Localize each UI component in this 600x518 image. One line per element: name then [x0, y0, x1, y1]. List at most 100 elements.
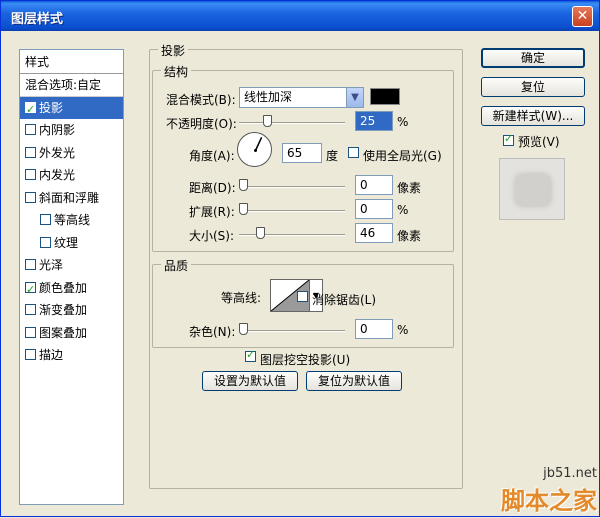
style-item-checkbox[interactable] [25, 304, 36, 315]
reset-button[interactable]: 复位 [481, 77, 585, 97]
distance-unit: 像素 [397, 181, 422, 195]
quality-title: 品质 [161, 257, 192, 274]
blend-mode-label: 混合模式(B): [166, 93, 236, 107]
style-list-item[interactable]: 外发光 [20, 142, 123, 165]
blend-color-swatch[interactable] [370, 88, 400, 105]
opacity-slider-track[interactable] [239, 122, 345, 124]
style-item-checkbox[interactable] [25, 259, 36, 270]
noise-input[interactable]: 0 [355, 319, 393, 339]
layer-style-dialog: 图层样式 ✕ 样式 混合选项:自定投影内阴影外发光内发光斜面和浮雕等高线纹理光泽… [0, 0, 600, 517]
spread-unit: % [397, 203, 409, 217]
size-input[interactable]: 46 [355, 223, 393, 243]
opacity-input[interactable]: 25 [355, 111, 393, 131]
distance-slider-thumb[interactable] [239, 179, 248, 191]
noise-label: 杂色(N): [189, 325, 236, 339]
drop-shadow-title: 投影 [158, 42, 189, 59]
contour-label: 等高线: [221, 291, 262, 305]
style-preview [499, 158, 565, 220]
new-style-button[interactable]: 新建样式(W)... [481, 106, 585, 126]
style-list-item[interactable]: 纹理 [20, 232, 123, 255]
angle-input[interactable]: 65 [282, 143, 322, 163]
style-item-checkbox[interactable] [25, 124, 36, 135]
make-default-button[interactable]: 设置为默认值 [202, 371, 298, 391]
anti-alias-checkbox[interactable] [297, 291, 308, 302]
opacity-slider-thumb[interactable] [263, 115, 273, 127]
title-bar[interactable]: 图层样式 ✕ [1, 1, 599, 31]
style-item-label: 颜色叠加 [39, 280, 88, 295]
dialog-body: 样式 混合选项:自定投影内阴影外发光内发光斜面和浮雕等高线纹理光泽颜色叠加渐变叠… [1, 31, 599, 518]
noise-unit: % [397, 323, 409, 337]
style-item-checkbox[interactable] [25, 191, 36, 203]
style-list-item[interactable]: 斜面和浮雕 [20, 187, 123, 210]
spread-label: 扩展(R): [189, 205, 235, 219]
angle-dial[interactable] [237, 132, 272, 167]
watermark-brand: 脚本之家 [501, 487, 597, 515]
size-unit: 像素 [397, 229, 422, 243]
style-item-label: 等高线 [54, 213, 91, 227]
spread-slider-thumb[interactable] [239, 203, 248, 215]
watermark: jb51.net 脚本之家 [501, 466, 597, 516]
style-list-item[interactable]: 等高线 [20, 209, 123, 232]
size-slider-track[interactable] [239, 234, 345, 236]
style-item-checkbox[interactable] [25, 279, 36, 301]
style-list-item[interactable]: 颜色叠加 [20, 277, 123, 301]
style-item-checkbox[interactable] [25, 99, 36, 121]
style-list-item[interactable]: 内发光 [20, 164, 123, 187]
style-item-label: 混合选项:自定 [25, 78, 102, 92]
style-item-checkbox[interactable] [40, 214, 51, 225]
distance-slider-track[interactable] [239, 186, 345, 188]
style-item-label: 描边 [39, 348, 64, 362]
style-item-label: 内阴影 [39, 123, 76, 137]
close-icon: ✕ [576, 8, 589, 24]
global-light-checkbox[interactable] [348, 147, 359, 158]
style-list-item[interactable]: 图案叠加 [20, 322, 123, 345]
chevron-down-icon[interactable]: ▼ [346, 88, 363, 107]
size-label: 大小(S): [189, 229, 235, 243]
style-item-checkbox[interactable] [25, 326, 36, 338]
blend-mode-value: 线性加深 [244, 90, 293, 104]
style-list: 样式 混合选项:自定投影内阴影外发光内发光斜面和浮雕等高线纹理光泽颜色叠加渐变叠… [19, 49, 124, 505]
style-preview-swatch [515, 174, 551, 206]
close-button[interactable]: ✕ [572, 6, 593, 27]
style-item-checkbox[interactable] [25, 169, 36, 180]
noise-slider-track[interactable] [239, 330, 345, 332]
size-slider-thumb[interactable] [256, 227, 266, 239]
style-list-header[interactable]: 样式 [20, 50, 123, 74]
style-item-label: 纹理 [54, 235, 79, 250]
distance-input[interactable]: 0 [355, 175, 393, 195]
noise-slider-thumb[interactable] [239, 323, 248, 335]
style-list-item[interactable]: 混合选项:自定 [20, 74, 123, 97]
style-item-label: 渐变叠加 [39, 303, 88, 317]
opacity-label: 不透明度(O): [166, 117, 237, 131]
style-list-item[interactable]: 渐变叠加 [20, 299, 123, 322]
reset-default-button[interactable]: 复位为默认值 [306, 371, 402, 391]
spread-slider-track[interactable] [239, 210, 345, 212]
preview-label[interactable]: 预览(V) [518, 133, 560, 150]
style-item-checkbox[interactable] [25, 349, 36, 360]
style-item-checkbox[interactable] [40, 236, 51, 248]
style-item-checkbox[interactable] [25, 146, 36, 158]
blend-mode-select[interactable]: 线性加深 ▼ [239, 87, 364, 108]
style-list-item[interactable]: 光泽 [20, 254, 123, 277]
style-item-label: 斜面和浮雕 [39, 190, 100, 205]
style-list-item[interactable]: 投影 [20, 96, 123, 121]
anti-alias-label[interactable]: 消除锯齿(L) [312, 291, 376, 308]
style-list-item[interactable]: 内阴影 [20, 119, 123, 142]
style-item-label: 光泽 [39, 258, 64, 272]
style-item-label: 投影 [39, 100, 64, 115]
style-item-label: 外发光 [39, 145, 76, 160]
style-item-label: 图案叠加 [39, 325, 88, 340]
distance-label: 距离(D): [189, 181, 236, 195]
angle-dial-needle [254, 137, 263, 152]
spread-input[interactable]: 0 [355, 199, 393, 219]
preview-checkbox[interactable] [503, 132, 514, 146]
opacity-unit: % [397, 115, 409, 129]
ok-button[interactable]: 确定 [481, 48, 585, 68]
watermark-site: jb51.net [543, 466, 597, 481]
structure-title: 结构 [161, 63, 192, 80]
style-item-label: 内发光 [39, 168, 76, 182]
style-list-item[interactable]: 描边 [20, 344, 123, 367]
knockout-label[interactable]: 图层挖空投影(U) [260, 351, 350, 368]
global-light-label[interactable]: 使用全局光(G) [363, 147, 442, 164]
knockout-checkbox[interactable] [245, 348, 256, 362]
